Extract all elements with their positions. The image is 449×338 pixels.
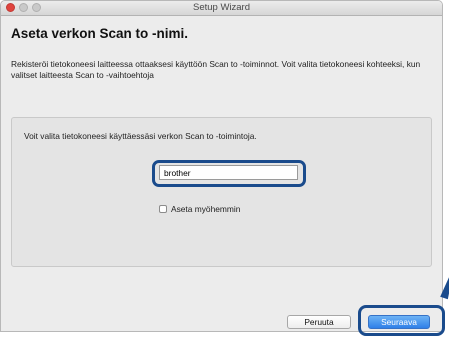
cancel-button[interactable]: Peruuta [287, 315, 351, 329]
next-button-highlight-ring [358, 305, 445, 336]
set-later-checkbox[interactable] [159, 205, 167, 213]
window-title: Setup Wizard [192, 2, 251, 13]
scan-to-name-input[interactable] [159, 165, 298, 180]
set-later-label[interactable]: Aseta myöhemmin [171, 204, 240, 214]
setup-wizard-window: Setup Wizard Aseta verkon Scan to -nimi.… [0, 0, 443, 332]
page-heading: Aseta verkon Scan to -nimi. [11, 26, 189, 41]
set-later-option[interactable]: Aseta myöhemmin [159, 204, 240, 214]
title-bar: Setup Wizard [1, 1, 442, 16]
settings-panel: Voit valita tietokoneesi käyttäessäsi ve… [11, 117, 432, 267]
panel-instruction: Voit valita tietokoneesi käyttäessäsi ve… [24, 131, 257, 141]
page-description: Rekisteröi tietokoneesi laitteessa ottaa… [11, 59, 421, 80]
